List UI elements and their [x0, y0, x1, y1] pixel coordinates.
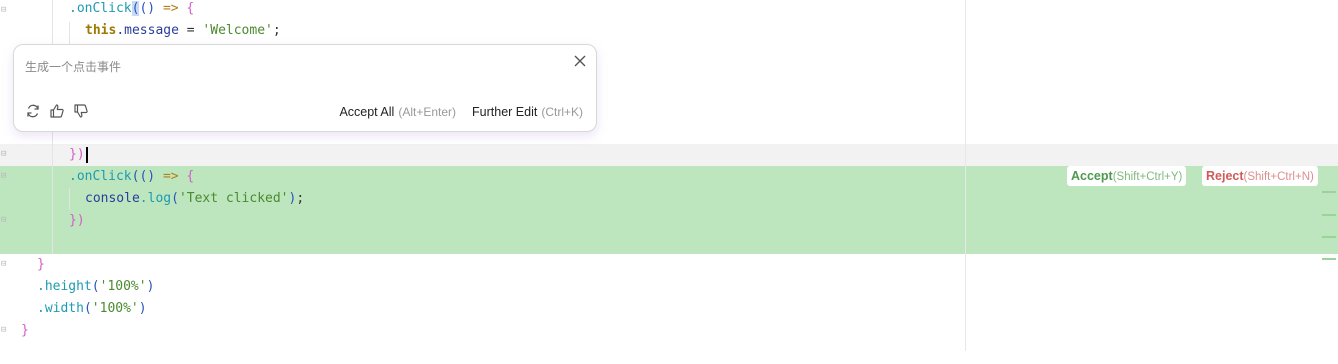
further-edit-shortcut: (Ctrl+K)	[541, 105, 583, 119]
token: width	[44, 301, 84, 316]
reject-label: Reject	[1206, 169, 1244, 183]
token: .	[69, 169, 77, 184]
code-line-inserted[interactable]: })	[0, 210, 1338, 232]
code-line-inserted[interactable]: console.log('Text clicked');	[0, 188, 1338, 210]
token: ()	[139, 1, 163, 16]
popup-actions: Accept All (Alt+Enter) Further Edit (Ctrl+…	[339, 105, 583, 119]
token: console	[85, 191, 140, 206]
code-line[interactable]: this.message = 'Welcome';	[0, 20, 1338, 42]
token: })	[69, 213, 85, 228]
code-line[interactable]: .height('100%')	[0, 276, 1338, 298]
token: .	[139, 191, 148, 206]
accept-label: Accept	[1071, 169, 1113, 183]
token: onClick	[76, 169, 132, 184]
token: this	[85, 23, 117, 38]
token: )	[138, 301, 147, 316]
token: .	[37, 279, 45, 294]
token: }	[37, 257, 45, 272]
token: =>	[162, 1, 179, 16]
token: =	[178, 23, 203, 38]
token: '100%'	[91, 301, 139, 316]
token: (	[91, 279, 100, 294]
thumbs-down-icon[interactable]	[73, 103, 89, 119]
close-icon[interactable]	[572, 53, 588, 69]
reject-change-button[interactable]: Reject(Shift+Ctrl+N)	[1202, 166, 1318, 186]
reject-shortcut: (Shift+Ctrl+N)	[1243, 171, 1314, 183]
refresh-icon[interactable]	[25, 103, 41, 119]
accept-all-button[interactable]: Accept All (Alt+Enter)	[339, 105, 456, 119]
feedback-icons	[25, 103, 89, 121]
token: )	[146, 279, 155, 294]
accept-shortcut: (Shift+Ctrl+Y)	[1112, 171, 1183, 183]
token: ;	[296, 191, 305, 206]
token: 'Text clicked'	[178, 191, 289, 206]
token: =>	[162, 169, 179, 184]
token: {	[186, 169, 195, 184]
accept-change-button[interactable]: Accept(Shift+Ctrl+Y)	[1067, 166, 1187, 186]
further-edit-label: Further Edit	[472, 105, 538, 119]
token: log	[147, 191, 172, 206]
code-line[interactable]: .onClick(() => {	[0, 0, 1338, 20]
token: .	[37, 301, 45, 316]
scroll-marker	[1322, 258, 1336, 260]
token: height	[44, 279, 92, 294]
accept-all-label: Accept All	[339, 105, 395, 119]
scroll-marker	[1322, 214, 1336, 216]
thumbs-up-icon[interactable]	[49, 103, 65, 119]
token: .message	[116, 23, 179, 38]
accept-all-shortcut: (Alt+Enter)	[398, 105, 457, 119]
token: 'Welcome'	[202, 23, 273, 38]
code-line[interactable]: .width('100%')	[0, 298, 1338, 320]
token: })	[69, 147, 85, 162]
prompt-input[interactable]: 生成一个点击事件	[25, 58, 121, 75]
token: '100%'	[99, 279, 147, 294]
token: (	[83, 301, 92, 316]
token: ;	[272, 23, 281, 38]
token: onClick	[76, 1, 132, 16]
code-line[interactable]: })	[0, 144, 1338, 166]
token: }	[21, 323, 29, 338]
scroll-marker	[1322, 236, 1336, 238]
token: {	[186, 1, 195, 16]
further-edit-button[interactable]: Further Edit (Ctrl+K)	[472, 105, 583, 119]
text-caret	[85, 146, 88, 163]
ai-inline-edit-popup: 生成一个点击事件 Accept All (Alt+Enter) Further E…	[13, 44, 597, 132]
token: (	[171, 191, 179, 206]
code-line[interactable]: }	[0, 320, 1338, 342]
token: (()	[131, 169, 163, 184]
scroll-marker	[1322, 191, 1336, 193]
code-line[interactable]: }	[0, 254, 1338, 276]
token: .	[69, 1, 77, 16]
